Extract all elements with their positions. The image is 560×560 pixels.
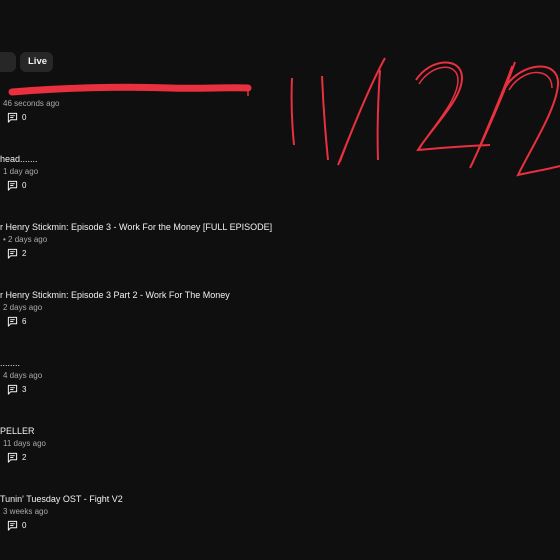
post-item[interactable]: r Henry Stickmin: Episode 3 - Work For t… [0,222,560,282]
post-title[interactable]: ........ [0,358,20,368]
post-timestamp: 1 day ago [3,167,39,176]
comment-icon[interactable] [7,316,18,327]
comment-icon[interactable] [7,248,18,259]
post-timestamp: 11 days ago [3,439,46,448]
comment-icon[interactable] [7,112,18,123]
comment-icon[interactable] [7,180,18,191]
post-item[interactable]: r Henry Stickmin: Episode 3 Part 2 - Wor… [0,290,560,350]
post-title[interactable]: PELLER [0,426,35,436]
comment-count: 6 [22,317,27,326]
post-title[interactable]: r Henry Stickmin: Episode 3 - Work For t… [0,222,272,232]
post-timestamp: 2 days ago [3,303,43,312]
post-item[interactable]: ........ 4 days ago 3 [0,358,560,418]
comment-count: 0 [22,181,27,190]
post-timestamp: • 2 days ago [3,235,48,244]
comment-icon[interactable] [7,384,18,395]
comment-count: 2 [22,249,27,258]
comment-count: 0 [22,521,27,530]
filter-chip-live[interactable]: Live [20,52,53,72]
post-title[interactable]: head....... [0,154,38,164]
post-timestamp: 46 seconds ago [3,99,60,108]
comment-count: 0 [22,113,27,122]
post-timestamp: 3 weeks ago [3,507,48,516]
comment-icon[interactable] [7,520,18,531]
post-timestamp: 4 days ago [3,371,43,380]
post-item[interactable]: 46 seconds ago 0 [0,86,560,146]
filter-chip-shorts[interactable]: ts [0,52,16,72]
post-item[interactable]: head....... 1 day ago 0 [0,154,560,214]
comment-count: 3 [22,385,27,394]
post-title[interactable]: Tunin' Tuesday OST - Fight V2 [0,494,123,504]
post-item[interactable]: PELLER 11 days ago 2 [0,426,560,486]
comment-icon[interactable] [7,452,18,463]
comment-count: 2 [22,453,27,462]
post-item[interactable]: Tunin' Tuesday OST - Fight V2 3 weeks ago… [0,494,560,554]
post-title[interactable]: r Henry Stickmin: Episode 3 Part 2 - Wor… [0,290,230,300]
